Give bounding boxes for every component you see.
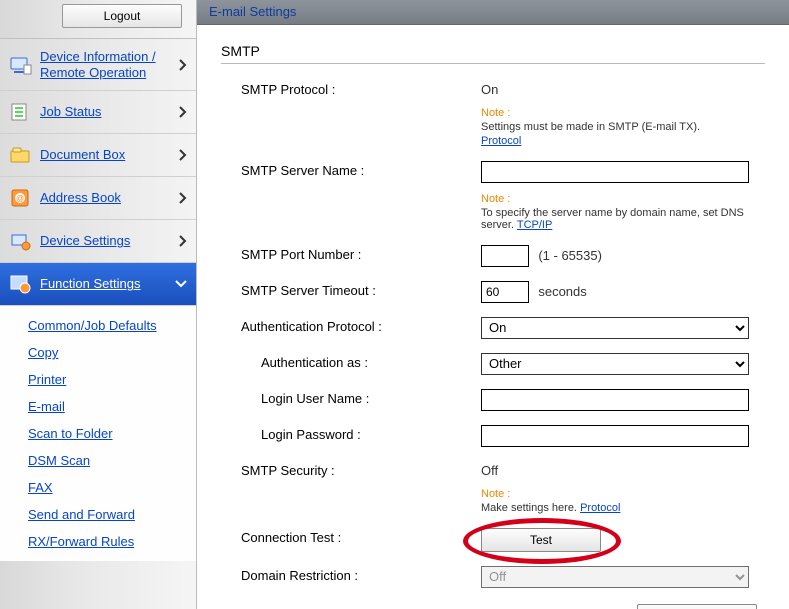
printer-gear-icon: [8, 230, 34, 252]
chevron-right-icon: [178, 191, 188, 205]
section-title: SMTP: [221, 43, 765, 59]
label: Authentication as :: [221, 353, 481, 370]
row-login-pass: Login Password :: [221, 425, 765, 447]
row-domain-restriction: Domain Restriction : Off Domain List: [221, 566, 765, 609]
label: SMTP Port Number :: [221, 245, 481, 262]
nav-document-box[interactable]: Document Box: [0, 133, 196, 176]
nav-label: Device Settings: [40, 233, 130, 249]
section-divider: [221, 63, 765, 64]
label: SMTP Protocol :: [221, 80, 481, 97]
smtp-server-name-input[interactable]: [481, 161, 749, 183]
sub-dsm-scan[interactable]: DSM Scan: [28, 447, 196, 474]
sub-fax[interactable]: FAX: [28, 474, 196, 501]
sub-common-job-defaults[interactable]: Common/Job Defaults: [28, 312, 196, 339]
auth-as-select[interactable]: Other: [481, 353, 749, 375]
chevron-right-icon: [178, 148, 188, 162]
row-smtp-security: SMTP Security : Off Note : Make settings…: [221, 461, 765, 514]
smtp-timeout-input[interactable]: [481, 281, 529, 303]
content: SMTP SMTP Protocol : On Note : Settings …: [197, 25, 789, 609]
nav-function-settings[interactable]: Function Settings: [0, 262, 196, 305]
domain-restriction-select: Off: [481, 566, 749, 588]
sub-rx-forward-rules[interactable]: RX/Forward Rules: [28, 528, 196, 555]
sub-printer[interactable]: Printer: [28, 366, 196, 393]
note-label: Note :: [481, 107, 765, 119]
sub-send-and-forward[interactable]: Send and Forward: [28, 501, 196, 528]
timeout-unit: seconds: [538, 284, 586, 299]
row-login-user: Login User Name :: [221, 389, 765, 411]
page-header: E-mail Settings: [197, 0, 789, 25]
login-password-input[interactable]: [481, 425, 749, 447]
smtp-security-value: Off: [481, 461, 765, 478]
function-settings-submenu: Common/Job Defaults Copy Printer E-mail …: [0, 305, 196, 561]
nav-label: Function Settings: [40, 276, 140, 292]
note-text: Make settings here. Protocol: [481, 502, 765, 514]
row-auth-as: Authentication as : Other: [221, 353, 765, 375]
row-smtp-port: SMTP Port Number : (1 - 65535): [221, 245, 765, 267]
sub-scan-to-folder[interactable]: Scan to Folder: [28, 420, 196, 447]
connection-test-button[interactable]: Test: [481, 528, 601, 552]
protocol-link-2[interactable]: Protocol: [580, 502, 620, 514]
label: Authentication Protocol :: [221, 317, 481, 334]
label: Login User Name :: [221, 389, 481, 406]
domain-list-button[interactable]: Domain List: [637, 604, 757, 609]
svg-text:@: @: [16, 194, 24, 203]
port-range: (1 - 65535): [538, 248, 602, 263]
sub-email[interactable]: E-mail: [28, 393, 196, 420]
label: Connection Test :: [221, 528, 481, 545]
monitor-icon: [8, 54, 34, 76]
protocol-link[interactable]: Protocol: [481, 135, 521, 147]
row-auth-protocol: Authentication Protocol : On: [221, 317, 765, 339]
smtp-protocol-value: On: [481, 80, 765, 97]
label: Domain Restriction :: [221, 566, 481, 583]
sub-copy[interactable]: Copy: [28, 339, 196, 366]
nav-job-status[interactable]: Job Status: [0, 90, 196, 133]
nav-device-information[interactable]: Device Information / Remote Operation: [0, 38, 196, 90]
address-book-icon: @: [8, 187, 34, 209]
row-smtp-protocol: SMTP Protocol : On Note : Settings must …: [221, 80, 765, 147]
document-stack-icon: [8, 101, 34, 123]
note-label: Note :: [481, 488, 765, 500]
chevron-down-icon: [174, 279, 188, 289]
label: SMTP Server Name :: [221, 161, 481, 178]
chevron-right-icon: [178, 234, 188, 248]
auth-protocol-select[interactable]: On: [481, 317, 749, 339]
smtp-port-input[interactable]: [481, 245, 529, 267]
label: SMTP Security :: [221, 461, 481, 478]
sidebar: Logout Device Information / Remote Opera…: [0, 0, 197, 609]
nav-label: Document Box: [40, 147, 125, 163]
tcpip-link[interactable]: TCP/IP: [517, 219, 552, 231]
label: SMTP Server Timeout :: [221, 281, 481, 298]
page-title: E-mail Settings: [209, 4, 296, 19]
label: Login Password :: [221, 425, 481, 442]
nav-label: Address Book: [40, 190, 121, 206]
row-smtp-timeout: SMTP Server Timeout : seconds: [221, 281, 765, 303]
note-text: Settings must be made in SMTP (E-mail TX…: [481, 121, 765, 133]
folder-icon: [8, 144, 34, 166]
note-text: To specify the server name by domain nam…: [481, 207, 765, 231]
gear-icon: [8, 273, 34, 295]
chevron-right-icon: [178, 105, 188, 119]
nav-device-settings[interactable]: Device Settings: [0, 219, 196, 262]
note-label: Note :: [481, 193, 765, 205]
main-area: E-mail Settings SMTP SMTP Protocol : On …: [197, 0, 789, 609]
nav-label: Job Status: [40, 104, 101, 120]
nav-label: Device Information / Remote Operation: [40, 49, 170, 80]
row-connection-test: Connection Test : Test: [221, 528, 765, 552]
login-user-input[interactable]: [481, 389, 749, 411]
logout-area: Logout: [0, 4, 196, 38]
row-smtp-server-name: SMTP Server Name : Note : To specify the…: [221, 161, 765, 231]
logout-button[interactable]: Logout: [62, 4, 182, 28]
chevron-right-icon: [178, 58, 188, 72]
nav-address-book[interactable]: @ Address Book: [0, 176, 196, 219]
nav-list: Device Information / Remote Operation Jo…: [0, 38, 196, 561]
